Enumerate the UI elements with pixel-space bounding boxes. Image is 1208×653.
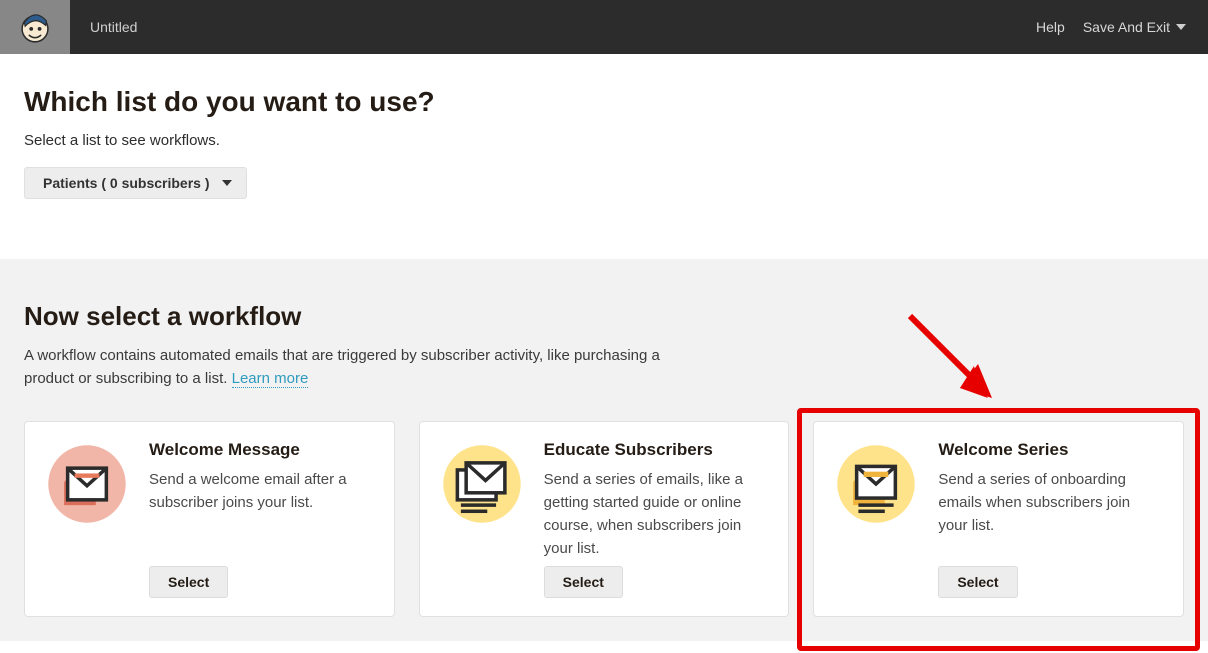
workflow-heading: Now select a workflow <box>24 301 1184 332</box>
card-title: Welcome Series <box>938 440 1161 460</box>
list-dropdown-selected: Patients ( 0 subscribers ) <box>43 175 210 191</box>
select-button[interactable]: Select <box>544 566 623 598</box>
card-description: Send a welcome email after a subscriber … <box>149 468 372 515</box>
select-button[interactable]: Select <box>938 566 1017 598</box>
card-title: Welcome Message <box>149 440 372 460</box>
chevron-down-icon <box>1176 24 1186 30</box>
page-subtext: Select a list to see workflows. <box>24 132 1184 149</box>
workflow-selection-section: Now select a workflow A workflow contain… <box>0 259 1208 641</box>
card-description: Send a series of onboarding emails when … <box>938 468 1161 538</box>
page-heading: Which list do you want to use? <box>24 86 1184 118</box>
save-and-exit-button[interactable]: Save And Exit <box>1083 19 1208 35</box>
document-title: Untitled <box>70 19 137 35</box>
card-description: Send a series of emails, like a getting … <box>544 468 767 561</box>
workflow-card-welcome-series: Welcome Series Send a series of onboardi… <box>813 421 1184 617</box>
list-dropdown[interactable]: Patients ( 0 subscribers ) <box>24 167 247 199</box>
chevron-down-icon <box>222 180 232 186</box>
topbar: Untitled Help Save And Exit <box>0 0 1208 54</box>
list-selection-section: Which list do you want to use? Select a … <box>0 54 1208 259</box>
save-and-exit-label: Save And Exit <box>1083 19 1170 35</box>
workflow-card-row: Welcome Message Send a welcome email aft… <box>24 421 1184 617</box>
mailchimp-logo[interactable] <box>0 0 70 54</box>
help-link[interactable]: Help <box>1018 19 1083 35</box>
card-title: Educate Subscribers <box>544 440 767 460</box>
workflow-card-educate-subscribers: Educate Subscribers Send a series of ema… <box>419 421 790 617</box>
mailchimp-logo-icon <box>16 8 54 46</box>
educate-subscribers-icon <box>438 440 526 566</box>
welcome-message-icon <box>43 440 131 566</box>
workflow-card-welcome-message: Welcome Message Send a welcome email aft… <box>24 421 395 617</box>
welcome-series-icon <box>832 440 920 566</box>
select-button[interactable]: Select <box>149 566 228 598</box>
workflow-description: A workflow contains automated emails tha… <box>24 344 664 391</box>
learn-more-link[interactable]: Learn more <box>232 370 309 388</box>
